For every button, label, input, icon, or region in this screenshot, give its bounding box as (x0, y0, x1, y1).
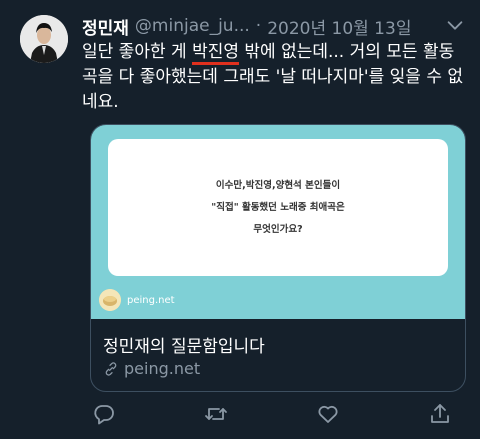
author-name[interactable]: 정민재 (82, 14, 129, 39)
share-icon[interactable] (428, 402, 452, 426)
tweet-date[interactable]: 2020년 10월 13일 (267, 14, 411, 39)
question-box: 이수만,박진영,양현석 본인들이 "직접" 활동했던 노래중 최애곡은 무엇인가… (108, 139, 448, 276)
card-link-text: peing.net (124, 359, 201, 378)
brand-name: peing.net (127, 294, 175, 306)
question-line: 이수만,박진영,양현석 본인들이 (215, 179, 341, 191)
author-handle[interactable]: @minjae_ju... (135, 16, 250, 36)
like-icon[interactable] (316, 402, 340, 426)
action-bar (92, 402, 452, 428)
avatar-photo (20, 15, 68, 63)
retweet-icon[interactable] (204, 402, 228, 426)
separator-dot: · (255, 16, 262, 36)
card-title[interactable]: 정민재의 질문함입니다 (103, 332, 265, 357)
peing-logo-icon (99, 289, 121, 311)
link-card[interactable]: 이수만,박진영,양현석 본인들이 "직접" 활동했던 노래중 최애곡은 무엇인가… (90, 124, 466, 392)
tweet[interactable]: 정민재 @minjae_ju... · 2020년 10월 13일 일단 좋아한… (0, 0, 480, 439)
card-link[interactable]: peing.net (103, 359, 200, 378)
brand-row: peing.net (99, 289, 175, 311)
tweet-text-before: 일단 좋아한 게 (82, 42, 193, 62)
question-line: "직접" 활동했던 노래중 최애곡은 (211, 201, 345, 213)
tweet-text: 일단 좋아한 게 박진영 밖에 없는데... 거의 모든 활동곡을 다 좋아했는… (82, 40, 467, 115)
tweet-header: 정민재 @minjae_ju... · 2020년 10월 13일 (82, 14, 411, 39)
link-icon (105, 361, 117, 376)
card-image: 이수만,박진영,양현석 본인들이 "직접" 활동했던 노래중 최애곡은 무엇인가… (91, 125, 465, 319)
question-line: 무엇인가요? (253, 223, 303, 235)
highlighted-name: 박진영 (192, 42, 239, 65)
reply-icon[interactable] (92, 402, 116, 426)
chevron-down-icon[interactable] (444, 14, 466, 36)
avatar[interactable] (20, 15, 68, 63)
